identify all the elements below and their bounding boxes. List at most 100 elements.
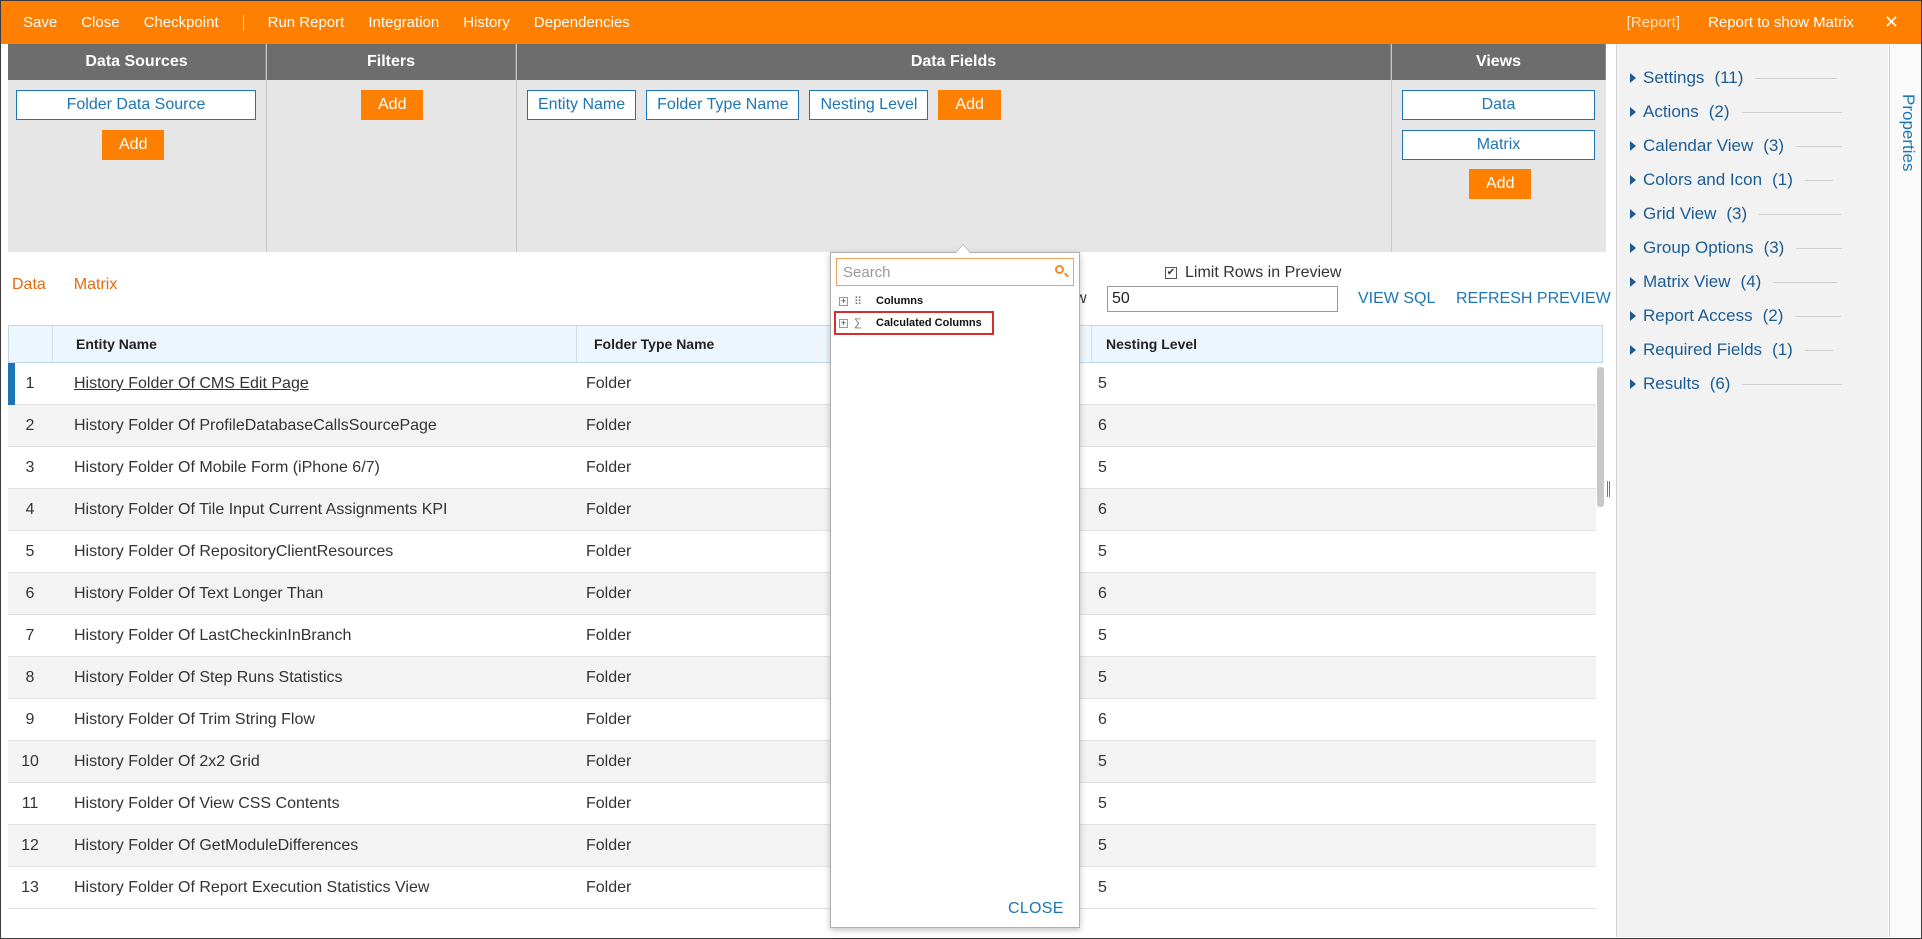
- popup-close-button[interactable]: CLOSE: [1008, 900, 1064, 918]
- grid-scrollbar[interactable]: [1597, 367, 1604, 507]
- table-row[interactable]: 1 History Folder Of CMS Edit Page Folder 5: [8, 363, 1596, 405]
- table-row[interactable]: 13 History Folder Of Report Execution Sta…: [8, 867, 1596, 909]
- properties-tab-label[interactable]: Properties: [1898, 94, 1918, 171]
- cell-entity-name[interactable]: History Folder Of 2x2 Grid: [74, 741, 260, 782]
- property-group-label[interactable]: Grid View: [1643, 204, 1716, 224]
- caret-right-icon[interactable]: [1630, 209, 1636, 219]
- report-type-tag: [Report]: [1626, 14, 1681, 31]
- checkpoint-button[interactable]: Checkpoint: [144, 14, 219, 31]
- property-group-grid-view[interactable]: Grid View (3): [1630, 203, 1842, 225]
- run-report-button[interactable]: Run Report: [268, 14, 345, 31]
- integration-button[interactable]: Integration: [368, 14, 439, 31]
- cell-entity-name[interactable]: History Folder Of Mobile Form (iPhone 6/…: [74, 447, 380, 488]
- search-icon[interactable]: [1055, 265, 1064, 274]
- column-header-nesting-level[interactable]: Nesting Level: [1092, 326, 1602, 362]
- dependencies-button[interactable]: Dependencies: [534, 14, 630, 31]
- add-data-source-button[interactable]: Add: [102, 130, 165, 160]
- property-group-calendar-view[interactable]: Calendar View (3): [1630, 135, 1843, 157]
- limit-rows-checkbox[interactable]: ✔: [1165, 267, 1177, 279]
- table-row[interactable]: 9 History Folder Of Trim String Flow Folde…: [8, 699, 1596, 741]
- column-header-entity-name[interactable]: Entity Name: [53, 326, 577, 362]
- property-group-colors-and-icon[interactable]: Colors and Icon (1): [1630, 169, 1833, 191]
- property-group-settings[interactable]: Settings (11): [1630, 67, 1838, 89]
- limit-rows-toggle[interactable]: ✔ Limit Rows in Preview: [1165, 264, 1341, 282]
- property-group-label[interactable]: Report Access: [1643, 306, 1753, 326]
- close-icon[interactable]: ✕: [1884, 12, 1899, 33]
- tab-matrix[interactable]: Matrix: [74, 276, 118, 294]
- property-group-label[interactable]: Colors and Icon: [1643, 170, 1762, 190]
- cell-entity-name[interactable]: History Folder Of View CSS Contents: [74, 783, 340, 824]
- caret-right-icon[interactable]: [1630, 141, 1636, 151]
- property-group-label[interactable]: Settings: [1643, 68, 1704, 88]
- refresh-preview-link[interactable]: REFRESH PREVIEW: [1456, 290, 1611, 308]
- data-source-item[interactable]: Folder Data Source: [16, 90, 256, 120]
- table-row[interactable]: 2 History Folder Of ProfileDatabaseCallsS…: [8, 405, 1596, 447]
- caret-right-icon[interactable]: [1630, 73, 1636, 83]
- cell-entity-name[interactable]: History Folder Of Trim String Flow: [74, 699, 315, 740]
- app-window: Save Close Checkpoint Run Report Integra…: [0, 0, 1922, 939]
- caret-right-icon[interactable]: [1630, 243, 1636, 253]
- table-row[interactable]: 4 History Folder Of Tile Input Current As…: [8, 489, 1596, 531]
- cell-entity-name[interactable]: History Folder Of GetModuleDifferences: [74, 825, 358, 866]
- cell-entity-name[interactable]: History Folder Of Report Execution Stati…: [74, 867, 429, 908]
- property-group-label[interactable]: Calendar View: [1643, 136, 1753, 156]
- add-data-field-button[interactable]: Add: [938, 90, 1001, 120]
- tree-node-label[interactable]: Columns: [876, 295, 923, 307]
- property-group-label[interactable]: Matrix View: [1643, 272, 1731, 292]
- property-group-label[interactable]: Results: [1643, 374, 1700, 394]
- table-row[interactable]: 10 History Folder Of 2x2 Grid Folder 5: [8, 741, 1596, 783]
- search-input[interactable]: Search: [836, 258, 1074, 286]
- expand-icon[interactable]: +: [839, 296, 848, 306]
- caret-right-icon[interactable]: [1630, 311, 1636, 321]
- data-sources-header: Data Sources: [8, 44, 266, 80]
- caret-right-icon[interactable]: [1630, 107, 1636, 117]
- view-item-data[interactable]: Data: [1402, 90, 1595, 120]
- property-group-group-options[interactable]: Group Options (3): [1630, 237, 1843, 259]
- tree-node-columns[interactable]: + ⠿ Columns: [839, 292, 923, 310]
- cell-entity-name[interactable]: History Folder Of ProfileDatabaseCallsSo…: [74, 405, 437, 446]
- data-field-folder-type-name[interactable]: Folder Type Name: [646, 90, 800, 120]
- data-field-nesting-level[interactable]: Nesting Level: [809, 90, 929, 120]
- table-row[interactable]: 5 History Folder Of RepositoryClientResou…: [8, 531, 1596, 573]
- property-group-results[interactable]: Results (6): [1630, 373, 1843, 395]
- add-filter-button[interactable]: Add: [361, 90, 424, 120]
- property-group-label[interactable]: Group Options: [1643, 238, 1754, 258]
- cell-entity-name[interactable]: History Folder Of Step Runs Statistics: [74, 657, 343, 698]
- table-row[interactable]: 7 History Folder Of LastCheckinInBranch Fo…: [8, 615, 1596, 657]
- table-row[interactable]: 11 History Folder Of View CSS Contents Fol…: [8, 783, 1596, 825]
- property-group-actions[interactable]: Actions (2): [1630, 101, 1842, 123]
- property-group-label[interactable]: Actions: [1643, 102, 1699, 122]
- caret-right-icon[interactable]: [1630, 345, 1636, 355]
- table-row[interactable]: 8 History Folder Of Step Runs Statistics F…: [8, 657, 1596, 699]
- properties-side-tab[interactable]: Properties: [1889, 44, 1921, 937]
- cell-folder-type-name: Folder: [586, 794, 632, 812]
- cell-entity-name[interactable]: History Folder Of CMS Edit Page: [74, 363, 309, 404]
- cell-folder-type-name: Folder: [586, 710, 632, 728]
- cell-entity-name[interactable]: History Folder Of Tile Input Current Ass…: [74, 489, 447, 530]
- close-button[interactable]: Close: [81, 14, 119, 31]
- property-group-required-fields[interactable]: Required Fields (1): [1630, 339, 1833, 361]
- save-button[interactable]: Save: [23, 14, 57, 31]
- cell-entity-name[interactable]: History Folder Of RepositoryClientResour…: [74, 531, 393, 572]
- view-sql-link[interactable]: VIEW SQL: [1358, 290, 1435, 308]
- table-row[interactable]: 3 History Folder Of Mobile Form (iPhone 6…: [8, 447, 1596, 489]
- cell-entity-name[interactable]: History Folder Of LastCheckinInBranch: [74, 615, 351, 656]
- caret-right-icon[interactable]: [1630, 379, 1636, 389]
- table-row[interactable]: 6 History Folder Of Text Longer Than Folde…: [8, 573, 1596, 615]
- table-row[interactable]: 12 History Folder Of GetModuleDifferences…: [8, 825, 1596, 867]
- property-group-label[interactable]: Required Fields: [1643, 340, 1762, 360]
- property-group-report-access[interactable]: Report Access (2): [1630, 305, 1842, 327]
- rows-in-preview-input[interactable]: 50: [1107, 286, 1338, 312]
- cell-folder-type-name: Folder: [586, 584, 632, 602]
- caret-right-icon[interactable]: [1630, 175, 1636, 185]
- view-item-matrix[interactable]: Matrix: [1402, 130, 1595, 160]
- data-field-entity-name[interactable]: Entity Name: [527, 90, 637, 120]
- panel-splitter-handle[interactable]: [1607, 481, 1610, 497]
- cell-entity-name[interactable]: History Folder Of Text Longer Than: [74, 573, 323, 614]
- add-view-button[interactable]: Add: [1469, 169, 1532, 199]
- property-group-matrix-view[interactable]: Matrix View (4): [1630, 271, 1838, 293]
- cell-nesting-level: 5: [1098, 794, 1107, 812]
- tab-data[interactable]: Data: [12, 276, 46, 294]
- caret-right-icon[interactable]: [1630, 277, 1636, 287]
- history-button[interactable]: History: [463, 14, 510, 31]
